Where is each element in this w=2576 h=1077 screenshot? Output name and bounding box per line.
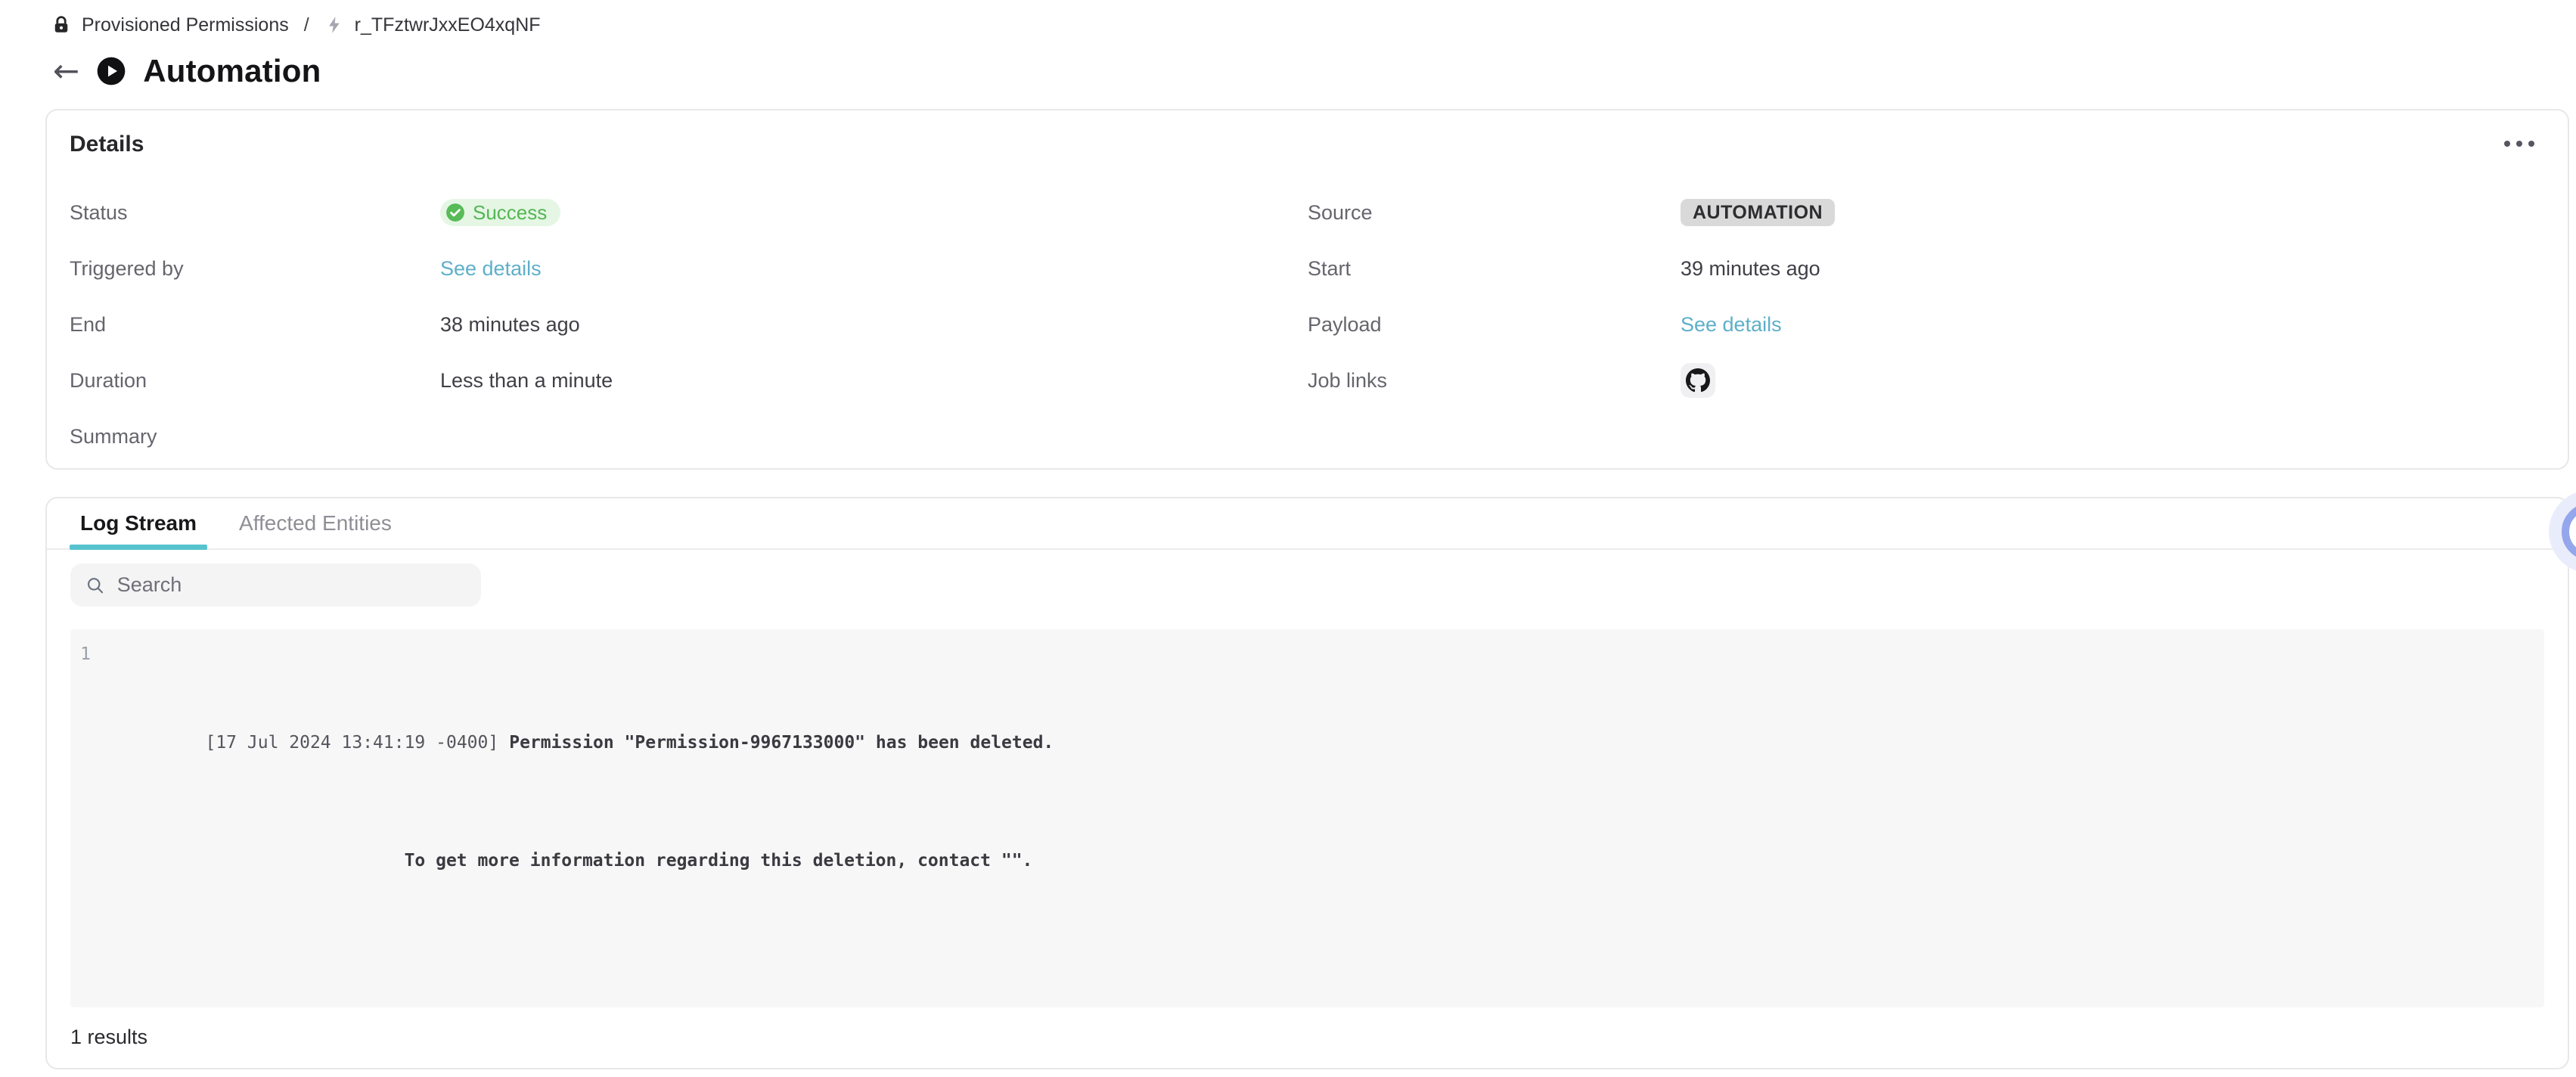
detail-label-source: Source <box>1308 185 1681 241</box>
search-icon <box>85 575 105 596</box>
github-icon <box>1686 368 1710 393</box>
results-count: 1 results <box>70 1026 2568 1049</box>
log-card: Log Stream Affected Entities 1 [17 Jul 2… <box>45 497 2569 1069</box>
play-circle-icon <box>96 56 126 86</box>
breadcrumb-item-run-id: r_TFztwrJxxEO4xqNF <box>355 14 541 36</box>
page-title: Automation <box>143 53 321 89</box>
lock-icon <box>51 14 71 36</box>
source-badge: AUTOMATION <box>1681 199 1835 226</box>
tab-affected-entities[interactable]: Affected Entities <box>228 498 402 548</box>
details-grid: Status Success Source AUTOMATION Trigger… <box>70 185 2545 464</box>
duration-value: Less than a minute <box>440 352 1308 408</box>
detail-label-end: End <box>70 296 440 352</box>
detail-label-triggered-by: Triggered by <box>70 241 440 296</box>
triggered-by-see-details-link[interactable]: See details <box>440 257 542 281</box>
details-card-title: Details <box>70 132 2545 157</box>
breadcrumb-separator: / <box>304 14 309 36</box>
details-card: Details Status Success Source AUTOMATION… <box>45 109 2569 470</box>
log-timestamp: [17 Jul 2024 13:41:19 -0400] <box>205 733 498 753</box>
log-message-continuation: To get more information regarding this d… <box>101 846 1054 876</box>
search-box <box>70 563 481 607</box>
log-line-number: 1 <box>76 640 91 669</box>
status-badge: Success <box>440 199 560 226</box>
payload-see-details-link[interactable]: See details <box>1681 313 1782 337</box>
start-value: 39 minutes ago <box>1681 241 2545 296</box>
detail-label-job-links: Job links <box>1308 352 1681 408</box>
detail-label-summary: Summary <box>70 408 440 464</box>
detail-label-start: Start <box>1308 241 1681 296</box>
breadcrumb-item-provisioned-permissions[interactable]: Provisioned Permissions <box>82 14 289 36</box>
tab-bar: Log Stream Affected Entities <box>47 498 2568 550</box>
log-message: Permission "Permission-9967133000" has b… <box>509 733 1054 753</box>
log-line: 1 [17 Jul 2024 13:41:19 -0400] Permission… <box>76 640 2529 935</box>
summary-value <box>440 408 1308 464</box>
log-line-content: [17 Jul 2024 13:41:19 -0400] Permission "… <box>101 640 1054 935</box>
lightning-icon <box>324 14 344 36</box>
more-options-icon[interactable] <box>2498 135 2540 153</box>
page-header: ← Automation <box>53 51 2576 91</box>
tab-log-stream[interactable]: Log Stream <box>70 498 207 548</box>
detail-label-status: Status <box>70 185 440 241</box>
check-circle-icon <box>445 203 465 222</box>
detail-label-duration: Duration <box>70 352 440 408</box>
end-value: 38 minutes ago <box>440 296 1308 352</box>
log-stream-panel[interactable]: 1 [17 Jul 2024 13:41:19 -0400] Permission… <box>70 629 2544 1007</box>
status-badge-label: Success <box>473 201 547 225</box>
detail-label-payload: Payload <box>1308 296 1681 352</box>
back-button[interactable]: ← <box>53 55 79 87</box>
breadcrumb: Provisioned Permissions / r_TFztwrJxxEO4… <box>51 12 2576 38</box>
github-link-button[interactable] <box>1681 363 1715 398</box>
search-input[interactable] <box>117 573 466 597</box>
